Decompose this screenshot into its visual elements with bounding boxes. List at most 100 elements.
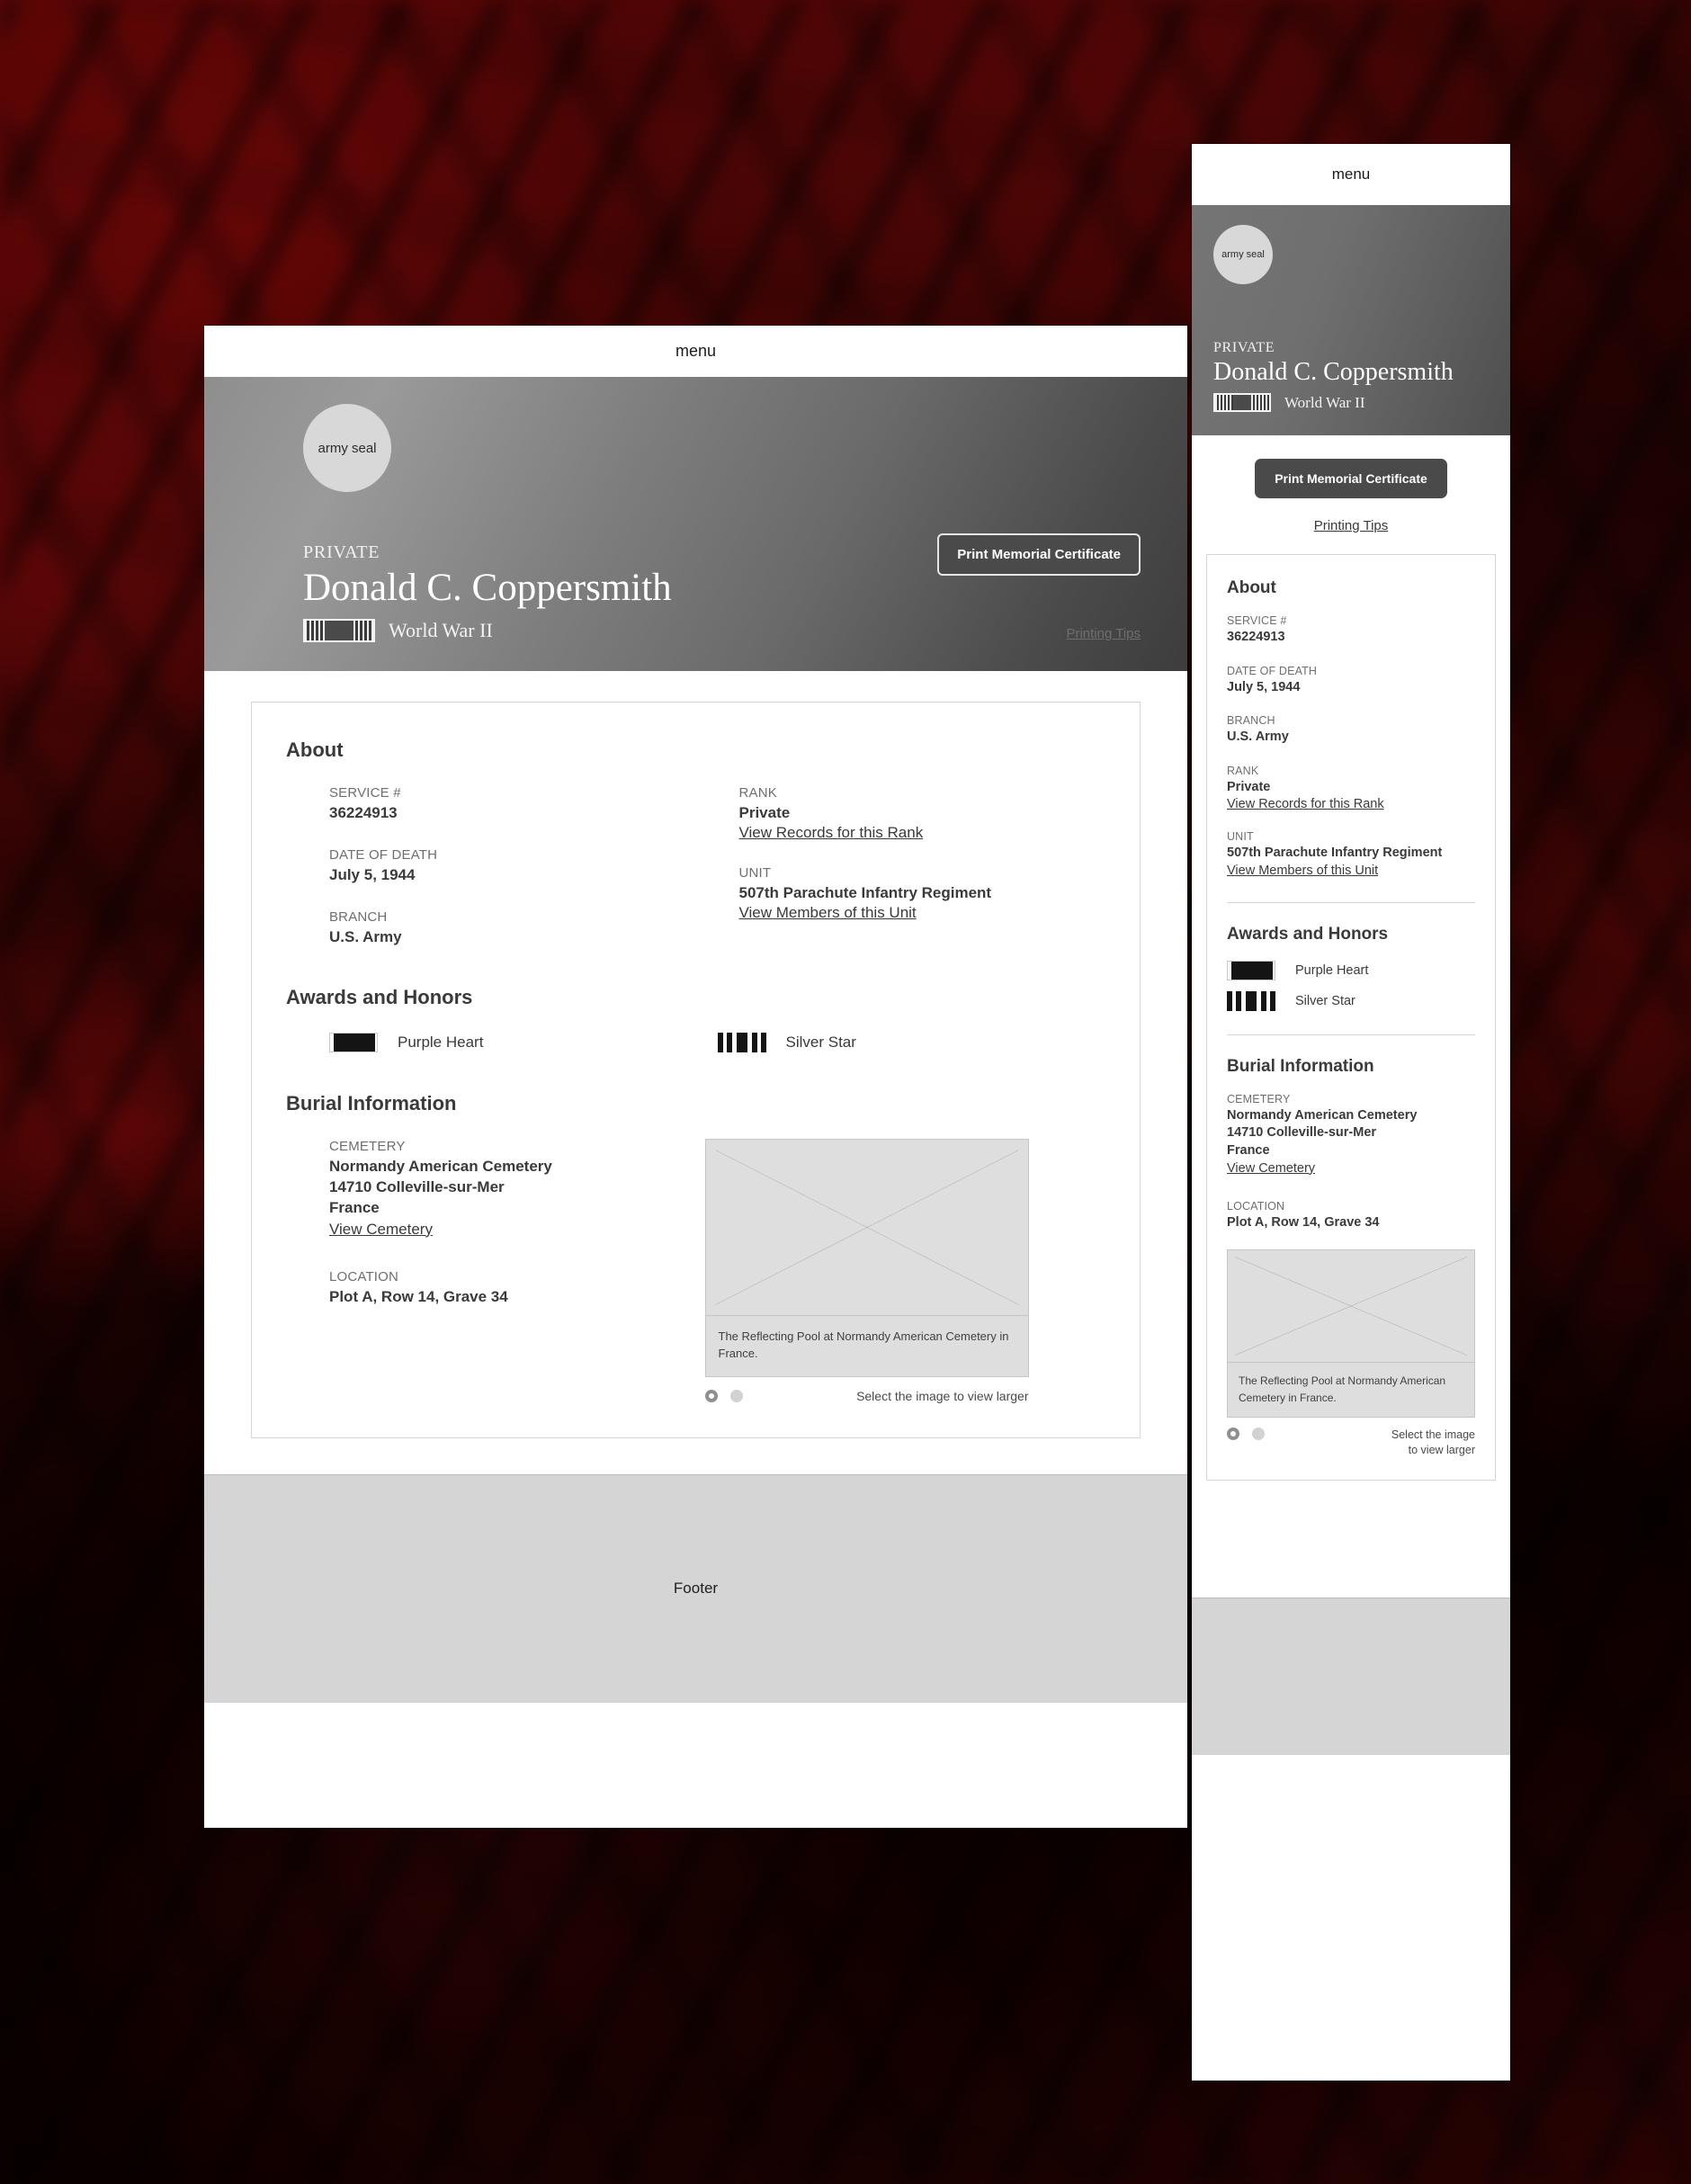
burial-section-title: Burial Information [286, 1091, 457, 1114]
carousel-dot-2[interactable] [729, 1389, 743, 1402]
field-value: Plot A, Row 14, Grave 34 [329, 1287, 508, 1305]
desktop-mockup: menu army seal PRIVATE Donald C. Coppers… [204, 326, 1187, 1828]
field-label: BRANCH [329, 909, 388, 925]
mobile-hero-conflict-row: World War II [1213, 393, 1489, 412]
army-seal-label: army seal [318, 440, 377, 456]
about-column-right: RANK Private View Records for this Rank … [696, 785, 1106, 948]
mobile-gallery-caption: The Reflecting Pool at Normandy American… [1228, 1362, 1474, 1417]
carousel-dot-1[interactable] [704, 1389, 718, 1402]
desktop-footer: Footer [204, 1473, 1187, 1703]
mobile-field-branch: BRANCH U.S. Army [1227, 714, 1475, 747]
mobile-content-spacer [1192, 1481, 1510, 1598]
field-label: RANK [1227, 764, 1259, 777]
field-value: 36224913 [329, 804, 398, 821]
award-silver-star: Silver Star [717, 1032, 1106, 1052]
mobile-burial-section-title: Burial Information [1227, 1056, 1374, 1076]
section-divider [1227, 1034, 1475, 1035]
gallery-caption: The Reflecting Pool at Normandy American… [705, 1314, 1028, 1376]
silver-star-ribbon-icon [1227, 990, 1275, 1011]
footer-label: Footer [673, 1580, 719, 1598]
cemetery-line-3: France [329, 1198, 380, 1216]
mobile-footer [1192, 1598, 1510, 1755]
wwii-service-ribbon-icon [303, 619, 375, 642]
award-label: Purple Heart [1295, 962, 1369, 978]
field-label: DATE OF DEATH [329, 846, 438, 863]
mobile-top-nav: menu [1192, 144, 1510, 205]
mobile-carousel-dot-1[interactable] [1227, 1428, 1239, 1441]
mobile-hero-banner: army seal PRIVATE Donald C. Coppersmith … [1192, 205, 1510, 435]
burial-content: CEMETERY Normandy American Cemetery 1471… [286, 1138, 1106, 1403]
field-value: 36224913 [1227, 630, 1285, 644]
field-label: UNIT [738, 864, 772, 881]
mobile-field-cemetery: CEMETERY Normandy American Cemetery 1471… [1227, 1093, 1475, 1177]
menu-button[interactable]: menu [676, 342, 716, 361]
view-records-for-rank-link[interactable]: View Records for this Rank [739, 824, 924, 842]
view-members-of-unit-link[interactable]: View Members of this Unit [739, 904, 917, 922]
field-label: CEMETERY [329, 1138, 406, 1154]
cemetery-line-3: France [1227, 1142, 1270, 1158]
field-label: LOCATION [1227, 1199, 1285, 1213]
award-label: Purple Heart [398, 1033, 484, 1051]
mobile-gallery-image-placeholder[interactable]: The Reflecting Pool at Normandy American… [1227, 1249, 1475, 1419]
mobile-gallery-hint-text: Select the image to view larger [1391, 1428, 1475, 1458]
mobile-hero-conflict-label: World War II [1284, 393, 1365, 411]
field-label: CEMETERY [1227, 1092, 1291, 1105]
mobile-field-unit: UNIT 507th Parachute Infantry Regiment V… [1227, 830, 1475, 879]
mobile-wwii-service-ribbon-icon [1213, 393, 1271, 412]
about-section-title: About [286, 738, 344, 761]
mobile-record-detail-card: About SERVICE # 36224913 DATE OF DEATH J… [1206, 554, 1496, 1481]
mobile-print-memorial-certificate-button[interactable]: Print Memorial Certificate [1255, 459, 1447, 498]
field-cemetery: CEMETERY Normandy American Cemetery 1471… [329, 1139, 696, 1239]
section-divider [1227, 901, 1475, 903]
field-value: July 5, 1944 [329, 865, 416, 883]
mobile-gallery-hint-line-2: to view larger [1408, 1444, 1475, 1457]
mobile-field-location: LOCATION Plot A, Row 14, Grave 34 [1227, 1200, 1475, 1232]
field-label: RANK [738, 785, 777, 801]
mobile-actions: Print Memorial Certificate Printing Tips [1192, 435, 1510, 554]
about-column-left: SERVICE # 36224913 DATE OF DEATH July 5,… [286, 785, 696, 948]
mobile-gallery-carousel-controls: Select the image to view larger [1227, 1428, 1475, 1458]
cemetery-line-2: 14710 Colleville-sur-Mer [329, 1177, 505, 1195]
field-value: July 5, 1944 [1227, 679, 1301, 694]
field-label: DATE OF DEATH [1227, 664, 1318, 677]
field-rank: RANK Private View Records for this Rank [739, 785, 1106, 842]
awards-list: Purple Heart Silver Star [286, 1032, 1106, 1052]
cemetery-line-1: Normandy American Cemetery [1227, 1107, 1418, 1123]
view-cemetery-link[interactable]: View Cemetery [329, 1221, 433, 1239]
mobile-carousel-dots [1227, 1428, 1265, 1441]
field-label: UNIT [1227, 830, 1254, 844]
gallery-hint-text: Select the image to view larger [856, 1388, 1029, 1403]
mobile-awards-section-title: Awards and Honors [1227, 924, 1389, 944]
burial-gallery: The Reflecting Pool at Normandy American… [696, 1138, 1106, 1403]
hero-conflict-row: World War II [303, 619, 1141, 642]
desktop-main-content: About SERVICE # 36224913 DATE OF DEATH J… [204, 671, 1187, 1474]
mobile-carousel-dot-2[interactable] [1252, 1428, 1265, 1441]
cemetery-line-1: Normandy American Cemetery [329, 1157, 552, 1175]
burial-details: CEMETERY Normandy American Cemetery 1471… [286, 1139, 696, 1403]
mobile-army-seal-icon: army seal [1213, 225, 1273, 284]
mobile-mockup: menu army seal PRIVATE Donald C. Coppers… [1192, 144, 1510, 2081]
printing-tips-link[interactable]: Printing Tips [1066, 626, 1141, 641]
purple-heart-ribbon-icon [329, 1032, 378, 1052]
awards-section-title: Awards and Honors [286, 985, 473, 1008]
mobile-view-cemetery-link[interactable]: View Cemetery [1227, 1161, 1315, 1176]
hero-conflict-label: World War II [389, 619, 493, 641]
mobile-menu-button[interactable]: menu [1332, 166, 1371, 183]
gallery-image-placeholder[interactable]: The Reflecting Pool at Normandy American… [704, 1138, 1029, 1377]
field-location: LOCATION Plot A, Row 14, Grave 34 [329, 1269, 696, 1308]
mobile-view-records-for-rank-link[interactable]: View Records for this Rank [1227, 797, 1384, 811]
print-memorial-certificate-button[interactable]: Print Memorial Certificate [937, 533, 1141, 576]
mobile-about-section-title: About [1227, 578, 1276, 597]
field-label: LOCATION [329, 1268, 399, 1284]
field-value: Private [738, 804, 791, 821]
field-label: SERVICE # [1227, 614, 1287, 627]
award-label: Silver Star [1295, 993, 1355, 1008]
mobile-printing-tips-link[interactable]: Printing Tips [1314, 518, 1389, 533]
cemetery-line-2: 14710 Colleville-sur-Mer [1227, 1125, 1377, 1141]
mobile-hero-identity-block: PRIVATE Donald C. Coppersmith World War … [1213, 340, 1489, 412]
record-detail-card: About SERVICE # 36224913 DATE OF DEATH J… [251, 702, 1141, 1438]
field-value: U.S. Army [1227, 729, 1289, 745]
mobile-field-rank: RANK Private View Records for this Rank [1227, 765, 1475, 813]
mobile-view-members-of-unit-link[interactable]: View Members of this Unit [1227, 864, 1378, 878]
field-value: U.S. Army [329, 927, 402, 945]
